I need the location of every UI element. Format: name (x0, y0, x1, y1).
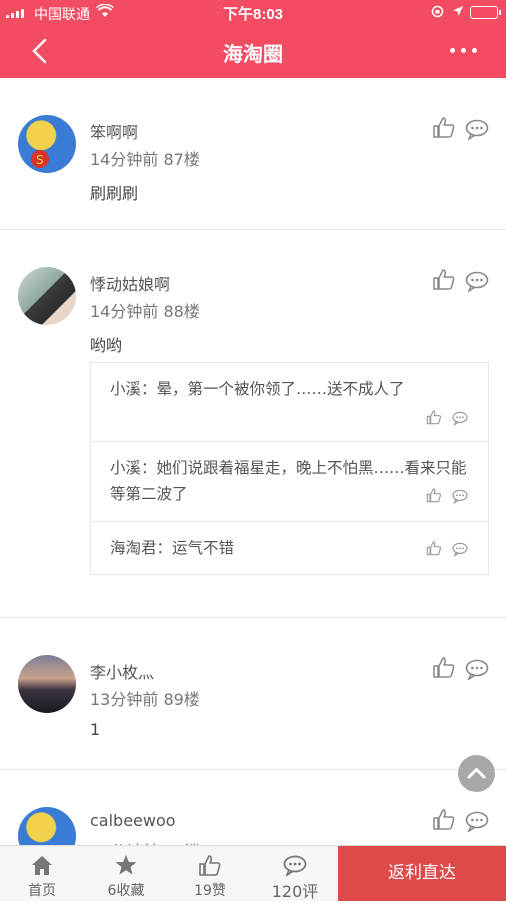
status-bar: 中国联通 下午8:03 (0, 0, 506, 24)
more-menu-icon[interactable] (450, 48, 480, 54)
tab-label: 120评 (271, 882, 319, 901)
comment-icon[interactable] (452, 488, 468, 504)
avatar[interactable] (18, 267, 76, 325)
like-icon (199, 855, 221, 876)
comment-icon[interactable] (452, 410, 468, 426)
like-icon[interactable] (432, 268, 456, 290)
chevron-up-icon (467, 768, 486, 779)
reply-text: 小溪：晕，第一个被你领了……送不成人了 (110, 380, 405, 398)
top-bar: 中国联通 下午8:03 海淘圈 (0, 0, 506, 78)
reply-item: 小溪：她们说跟着福星走，晚上不怕黑……看来只能等第二波了 (91, 442, 488, 522)
like-icon[interactable] (432, 808, 456, 830)
like-icon[interactable] (432, 116, 456, 138)
username: 悸动姑娘啊 (90, 275, 171, 294)
tab-label: 首页 (28, 883, 56, 899)
username: 笨啊啊 (90, 123, 139, 142)
rebate-direct-button[interactable]: 返利直达 (338, 846, 506, 901)
comment-icon[interactable] (465, 658, 489, 680)
username: calbeewoo (90, 811, 176, 830)
post-meta: 14分钟前 88楼 (90, 302, 200, 321)
bottom-bar: 首页 6收藏 19赞 120评 返利直达 (0, 845, 506, 901)
battery-icon (470, 6, 501, 19)
username: 李小枚灬 (90, 663, 155, 682)
reply-text: 海淘君：运气不错 (110, 539, 235, 557)
scroll-to-top-button[interactable] (458, 755, 495, 792)
tab-label: 19赞 (194, 883, 226, 899)
comment-text: 刷刷刷 (90, 184, 139, 203)
nav-bar: 海淘圈 (0, 24, 506, 78)
tab-likes[interactable]: 19赞 (168, 846, 252, 901)
like-icon[interactable] (426, 487, 442, 503)
avatar[interactable]: S (18, 115, 76, 173)
comment-item: S 笨啊啊 14分钟前 87楼 刷刷刷 (0, 78, 506, 230)
comment-icon (283, 855, 307, 876)
comment-item: 李小枚灬 13分钟前 89楼 1 (0, 618, 506, 770)
home-icon (32, 856, 52, 875)
comment-icon[interactable] (465, 270, 489, 292)
comment-text: 1 (90, 720, 101, 739)
reply-text: 小溪：她们说跟着福星走，晚上不怕黑……看来只能等第二波了 (110, 459, 467, 503)
comment-icon[interactable] (465, 118, 489, 140)
tab-favorites[interactable]: 6收藏 (84, 846, 168, 901)
reply-item: 海淘君：运气不错 (91, 522, 488, 574)
tab-home[interactable]: 首页 (0, 846, 84, 901)
star-icon (115, 855, 137, 875)
like-icon[interactable] (426, 409, 442, 425)
avatar[interactable] (18, 655, 76, 713)
comment-icon[interactable] (452, 541, 468, 557)
page-title: 海淘圈 (223, 42, 283, 66)
like-icon[interactable] (432, 656, 456, 678)
svg-text:S: S (36, 153, 44, 167)
rotation-lock-icon (431, 5, 444, 18)
tab-label: 6收藏 (107, 883, 145, 899)
comment-icon[interactable] (465, 810, 489, 832)
tab-comments[interactable]: 120评 (252, 846, 338, 901)
comment-text: 哟哟 (90, 336, 123, 355)
reply-list: 小溪：晕，第一个被你领了……送不成人了 小溪：她们说跟着福星走，晚上不怕黑……看… (90, 362, 489, 575)
post-meta: 13分钟前 89楼 (90, 690, 200, 709)
post-meta: 14分钟前 87楼 (90, 150, 200, 169)
reply-item: 小溪：晕，第一个被你领了……送不成人了 (91, 363, 488, 442)
like-icon[interactable] (426, 540, 442, 556)
location-icon (453, 6, 463, 16)
comment-item: 悸动姑娘啊 14分钟前 88楼 哟哟 小溪：晕，第一个被你领了……送不成人了 小… (0, 230, 506, 618)
